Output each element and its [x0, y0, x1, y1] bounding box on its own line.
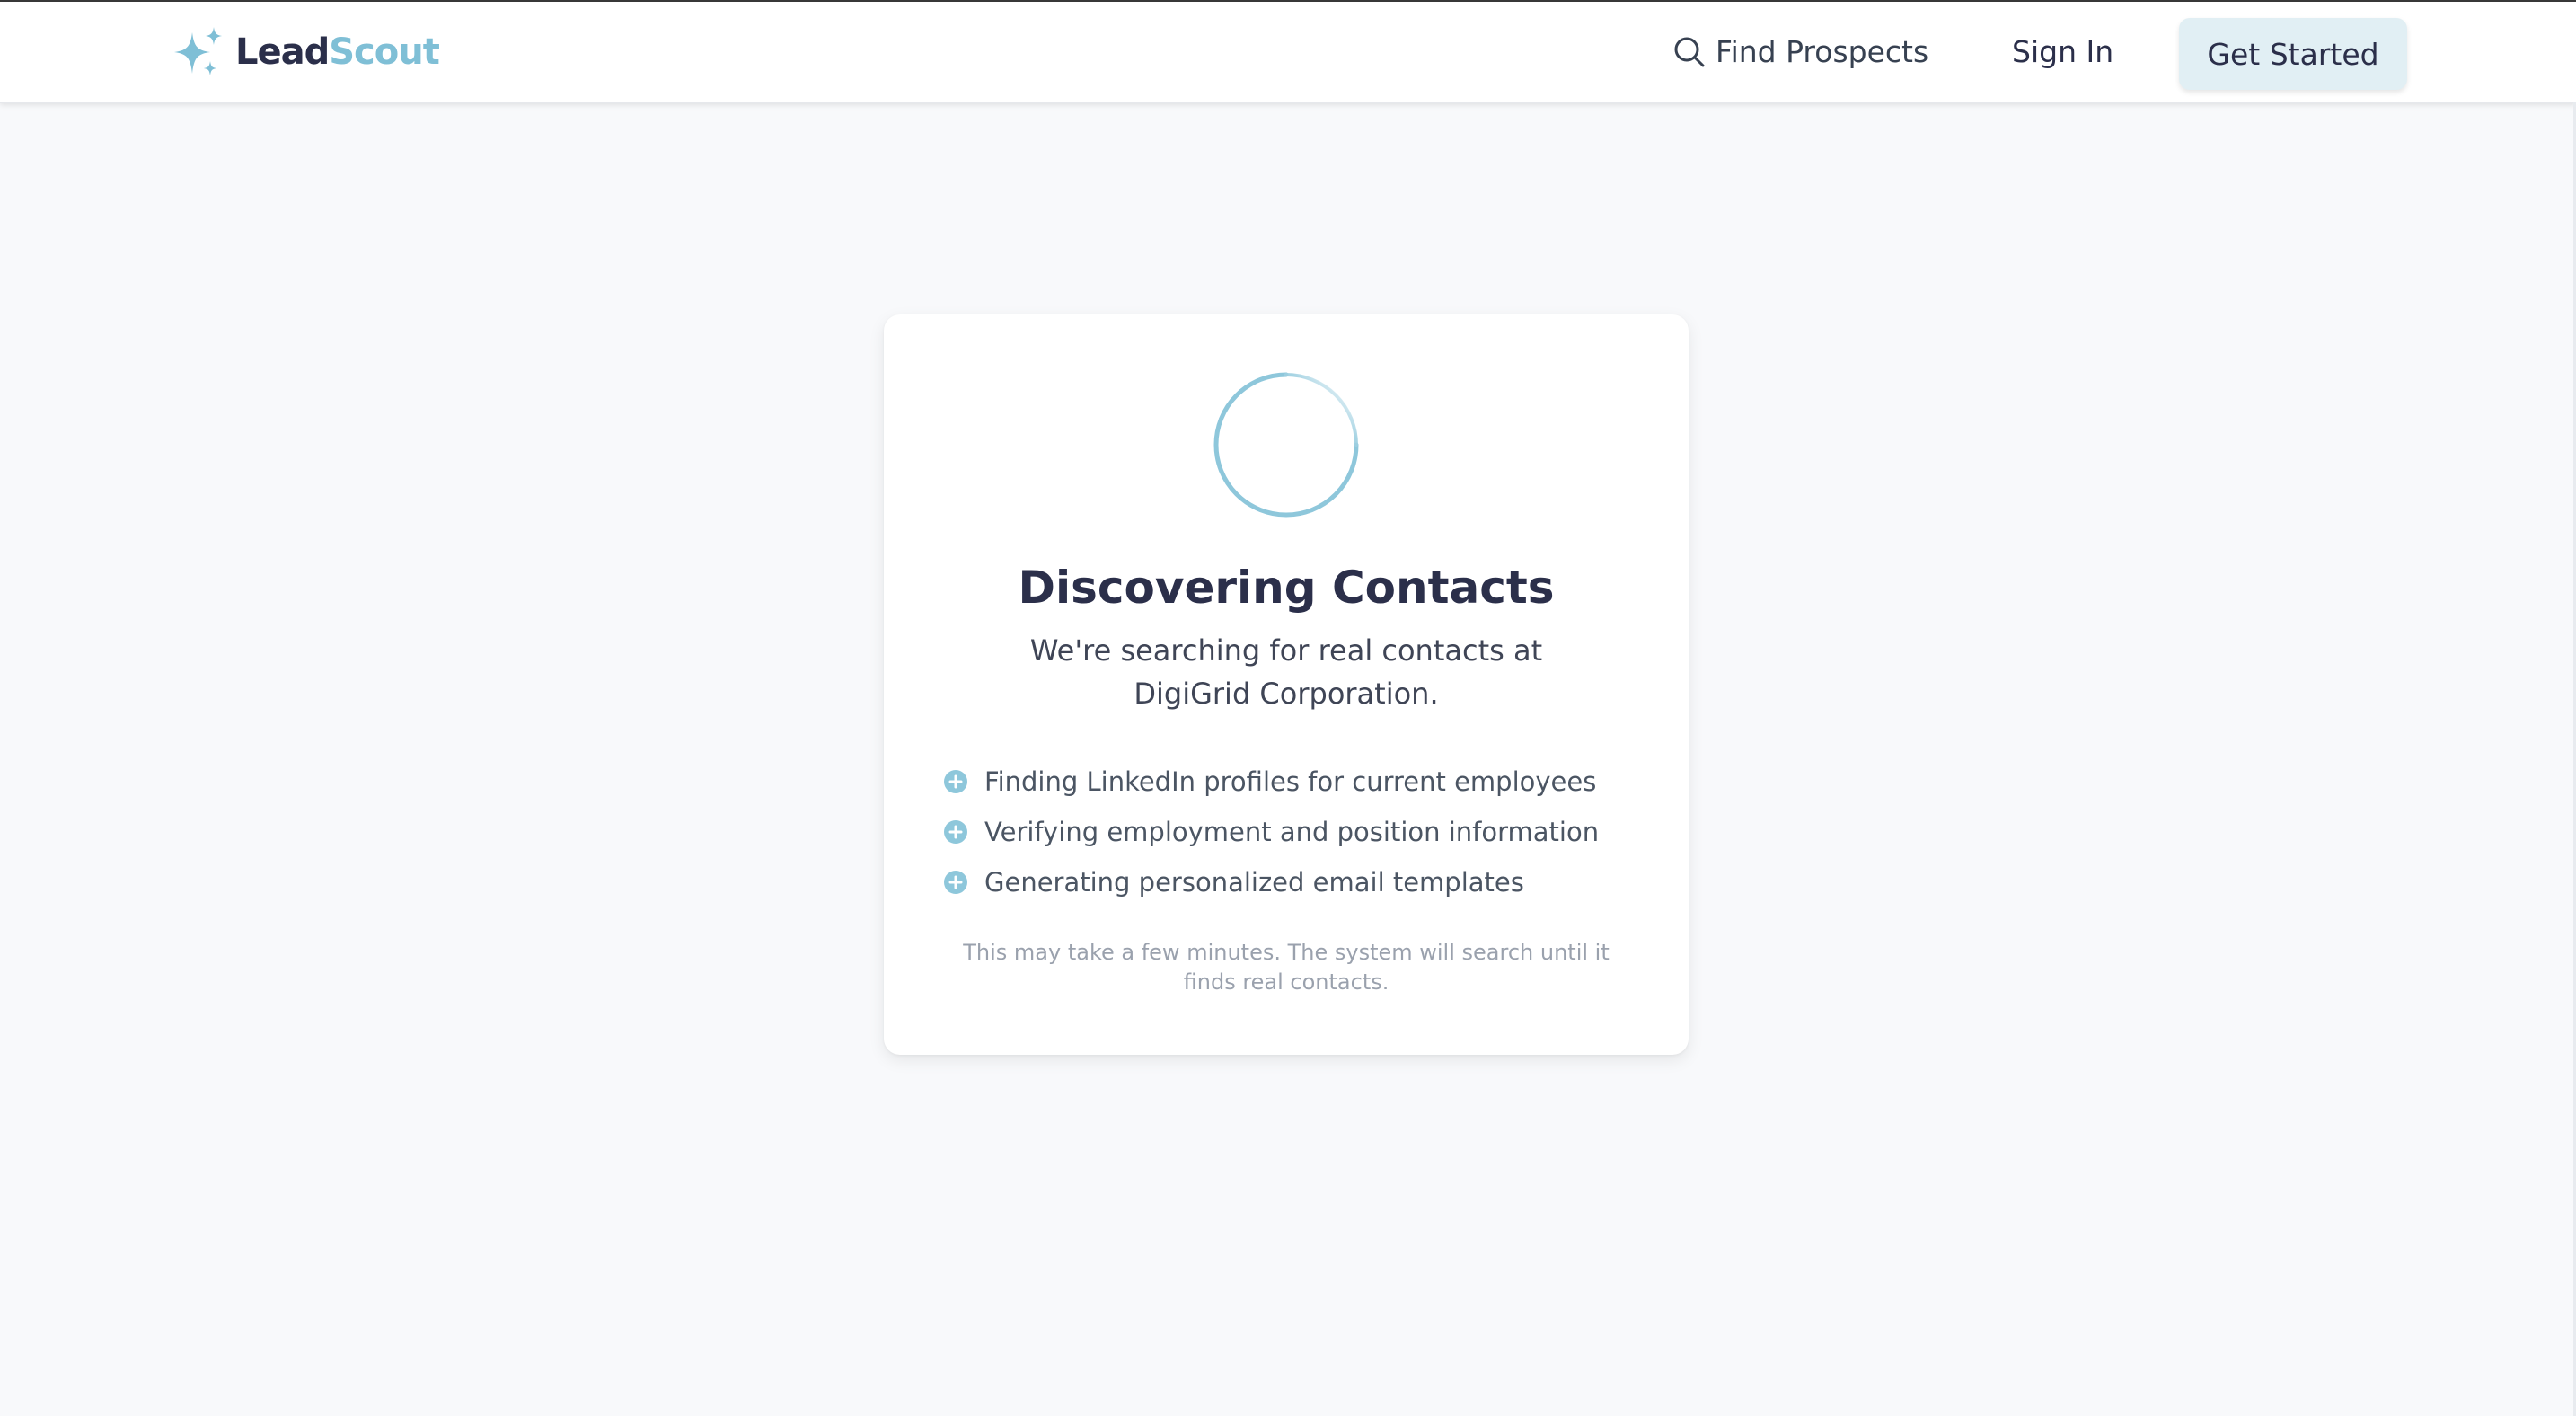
- get-started-button[interactable]: Get Started: [2179, 18, 2407, 90]
- plus-circle-icon: [944, 770, 967, 793]
- progress-step: Verifying employment and position inform…: [943, 807, 1644, 857]
- progress-steps-list: Finding LinkedIn profiles for current em…: [943, 757, 1644, 907]
- progress-step-label: Verifying employment and position inform…: [984, 817, 1600, 847]
- plus-circle-icon: [944, 871, 967, 894]
- find-prospects-label: Find Prospects: [1716, 34, 1929, 69]
- brand-logo[interactable]: LeadScout: [171, 25, 440, 79]
- brand-name: LeadScout: [235, 25, 440, 79]
- search-icon: [1674, 37, 1705, 67]
- card-title: Discovering Contacts: [1018, 562, 1555, 614]
- brand-name-part2: Scout: [329, 31, 440, 73]
- sparkles-icon: [174, 27, 222, 75]
- find-prospects-link[interactable]: Find Prospects: [1672, 29, 1928, 75]
- loading-spinner: [1213, 372, 1359, 518]
- progress-step-label: Generating personalized email templates: [984, 867, 1524, 898]
- progress-step-label: Finding LinkedIn profiles for current em…: [984, 766, 1597, 797]
- progress-step: Finding LinkedIn profiles for current em…: [943, 757, 1644, 807]
- brand-name-part1: Lead: [235, 31, 330, 73]
- wait-note: This may take a few minutes. The system …: [963, 940, 1610, 995]
- discovery-status-card: Discovering Contacts We're searching for…: [884, 314, 1689, 1055]
- progress-step: Generating personalized email templates: [943, 857, 1644, 907]
- sign-in-link[interactable]: Sign In: [2012, 29, 2113, 75]
- plus-circle-icon: [944, 820, 967, 844]
- top-nav-bar: LeadScout Find Prospects Sign In Get Sta…: [0, 2, 2576, 103]
- card-subtitle: We're searching for real contacts at Dig…: [1029, 633, 1543, 711]
